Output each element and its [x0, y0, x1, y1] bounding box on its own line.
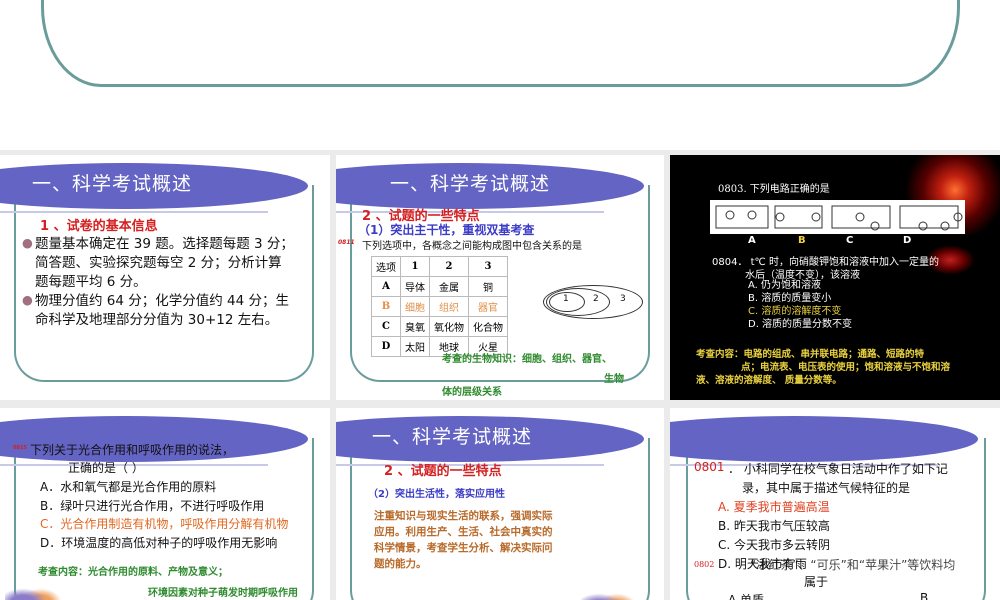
question-number: 0815 [13, 445, 27, 451]
question-text: 正确的是（ ） [68, 461, 144, 475]
slide-thumbnail-2[interactable]: 一、科学考试概述 2 、试题的一些特点 （1）突出主干性，重视双基考查 0811… [336, 155, 664, 400]
slide-thumbnail-4[interactable]: 0815 下列关于光合作用和呼吸作用的说法， 正确的是（ ） A．水和氧气都是光… [0, 408, 330, 600]
note-text: 考查内容：电路的组成、串并联电路；通路、短路的特 [696, 349, 925, 360]
circuit-icon [715, 205, 963, 231]
question-number: 0801 [694, 460, 725, 474]
concept-table: 选项 1 2 3 A 导体 金属铜 B 细胞 组织 器官 C 臭氧 氧化物 化合物 D 太阳 地球 火星 [371, 256, 508, 357]
option-label: A [748, 235, 756, 246]
question-number: 0811 [338, 239, 355, 246]
subheading: （1）突出主干性，重视双基考查 [358, 223, 535, 237]
question-text: 下列关于光合作用和呼吸作用的说法， [30, 443, 235, 457]
question-text: 属于 [804, 575, 829, 589]
diagram-label: 2 [593, 294, 599, 304]
slide-thumbnail-1[interactable]: 一、科学考试概述 1 、试卷的基本信息 ● 题量基本确定在 39 题。选择题每题… [0, 155, 330, 400]
question-text: 下列选项中，各概念之间能构成图中包含关系的是 [362, 241, 582, 252]
slide-thumbnail-3[interactable]: 0803. 下列电路正确的是 A B C D 0804． t℃ 时，向硝酸钾饱和… [670, 155, 1000, 400]
option-label: D [903, 235, 912, 246]
note-text: 环境因素对种子萌发时期呼吸作用 [148, 588, 298, 599]
section-heading: 2 、试题的一些特点 [384, 464, 502, 479]
slide-thumbnail-6[interactable]: 0801 ． 小科同学在校气象日活动中作了如下记 录，其中属于描述气候特征的是 … [670, 408, 1000, 600]
circuit-diagrams [710, 200, 965, 234]
question-text: “冰红茶”、“可乐”和“苹果汁”等饮料均 [750, 558, 956, 572]
bullet-icon: ● [22, 292, 33, 307]
slide-thumbnail-5[interactable]: 一、科学考试概述 2 、试题的一些特点 （2）突出生活性，落实应用性 注重知识与… [336, 408, 664, 600]
diagram-label: 3 [620, 294, 626, 304]
slide-title: 一、科学考试概述 [390, 173, 551, 195]
question-text: ． 小科同学在校气象日活动中作了如下记 [728, 462, 948, 476]
slide-title: 一、科学考试概述 [372, 426, 533, 448]
note-text: 考查内容：光合作用的原料、产物及意义； [38, 567, 228, 578]
section-heading: 1 、试卷的基本信息 [40, 219, 158, 234]
previous-slide [0, 0, 1000, 150]
bullet-text: 题量基本确定在 39 题。选择题每题 3 分； 简答题、实验探究题每空 2 分；分… [35, 236, 294, 290]
options-list: A. 仍为饱和溶液 B. 溶质的质量变小 C. 溶质的溶解度不变 D. 溶质的质量分数… [748, 280, 853, 330]
note-text: 液、溶液的溶解度、 质量分数等。 [696, 375, 842, 386]
diagram-label: 1 [563, 294, 569, 304]
note-text: 生物 [604, 374, 624, 385]
flower-decoration [5, 578, 65, 600]
option-label: C [846, 235, 854, 246]
flower-decoration [581, 583, 641, 600]
note-text: 点；电流表、电压表的使用；饱和溶液与不饱和溶 [741, 362, 951, 373]
slide-frame [41, 0, 960, 87]
option-text: B [920, 591, 929, 600]
subheading: （2）突出生活性，落实应用性 [368, 489, 505, 500]
options-list: A．水和氧气都是光合作用的原料 B．绿叶只进行光合作用，不进行呼吸作用 C．光合作用… [40, 480, 289, 550]
option-text: A 单质 [728, 593, 765, 600]
bullet-text: 物理分值约 64 分；化学分值约 44 分；生 命科学及地理部分分值为 30+12… [35, 293, 290, 328]
question-number: 0802 [694, 560, 715, 569]
note-text: 体的层级关系 [442, 387, 502, 398]
slide-title: 一、科学考试概述 [32, 173, 193, 195]
question-text: 录，其中属于描述气候特征的是 [742, 481, 911, 495]
note-text: 考查的生物知识：细胞、组织、器官、 [442, 354, 612, 365]
question-text: 0803. 下列电路正确的是 [718, 184, 830, 195]
option-label: B [798, 235, 806, 246]
bullet-icon: ● [22, 235, 33, 250]
body-text: 注重知识与现实生活的联系，强调实际 应用。利用生产、生活、社会中真实的 科学情景，考… [374, 510, 553, 570]
